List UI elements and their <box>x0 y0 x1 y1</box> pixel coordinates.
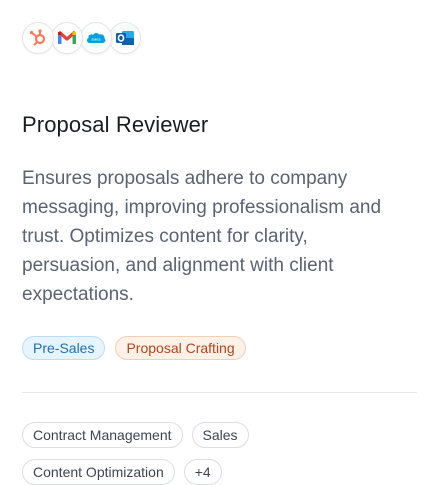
gmail-icon <box>51 22 83 54</box>
svg-text:sales: sales <box>91 37 100 42</box>
skill-tag[interactable]: Content Optimization <box>22 459 175 485</box>
skill-tags: Contract Management Sales Content Optimi… <box>22 422 422 485</box>
agent-card[interactable]: sales Proposal Reviewer Ensures proposal… <box>0 0 444 485</box>
more-skills-button[interactable]: +4 <box>183 459 222 485</box>
divider <box>22 392 417 393</box>
outlook-icon <box>109 22 141 54</box>
skill-tag[interactable]: Contract Management <box>22 422 183 448</box>
category-tag-pre-sales[interactable]: Pre-Sales <box>22 336 106 360</box>
agent-description: Ensures proposals adhere to company mess… <box>22 168 382 305</box>
hubspot-icon <box>22 22 54 54</box>
category-tags: Pre-Sales Proposal Crafting <box>22 336 422 360</box>
skill-tag[interactable]: Sales <box>191 422 249 448</box>
agent-title: Proposal Reviewer <box>22 112 209 137</box>
integration-icons: sales <box>22 22 422 54</box>
salesforce-icon: sales <box>80 22 112 54</box>
category-tag-proposal-crafting[interactable]: Proposal Crafting <box>115 336 246 360</box>
